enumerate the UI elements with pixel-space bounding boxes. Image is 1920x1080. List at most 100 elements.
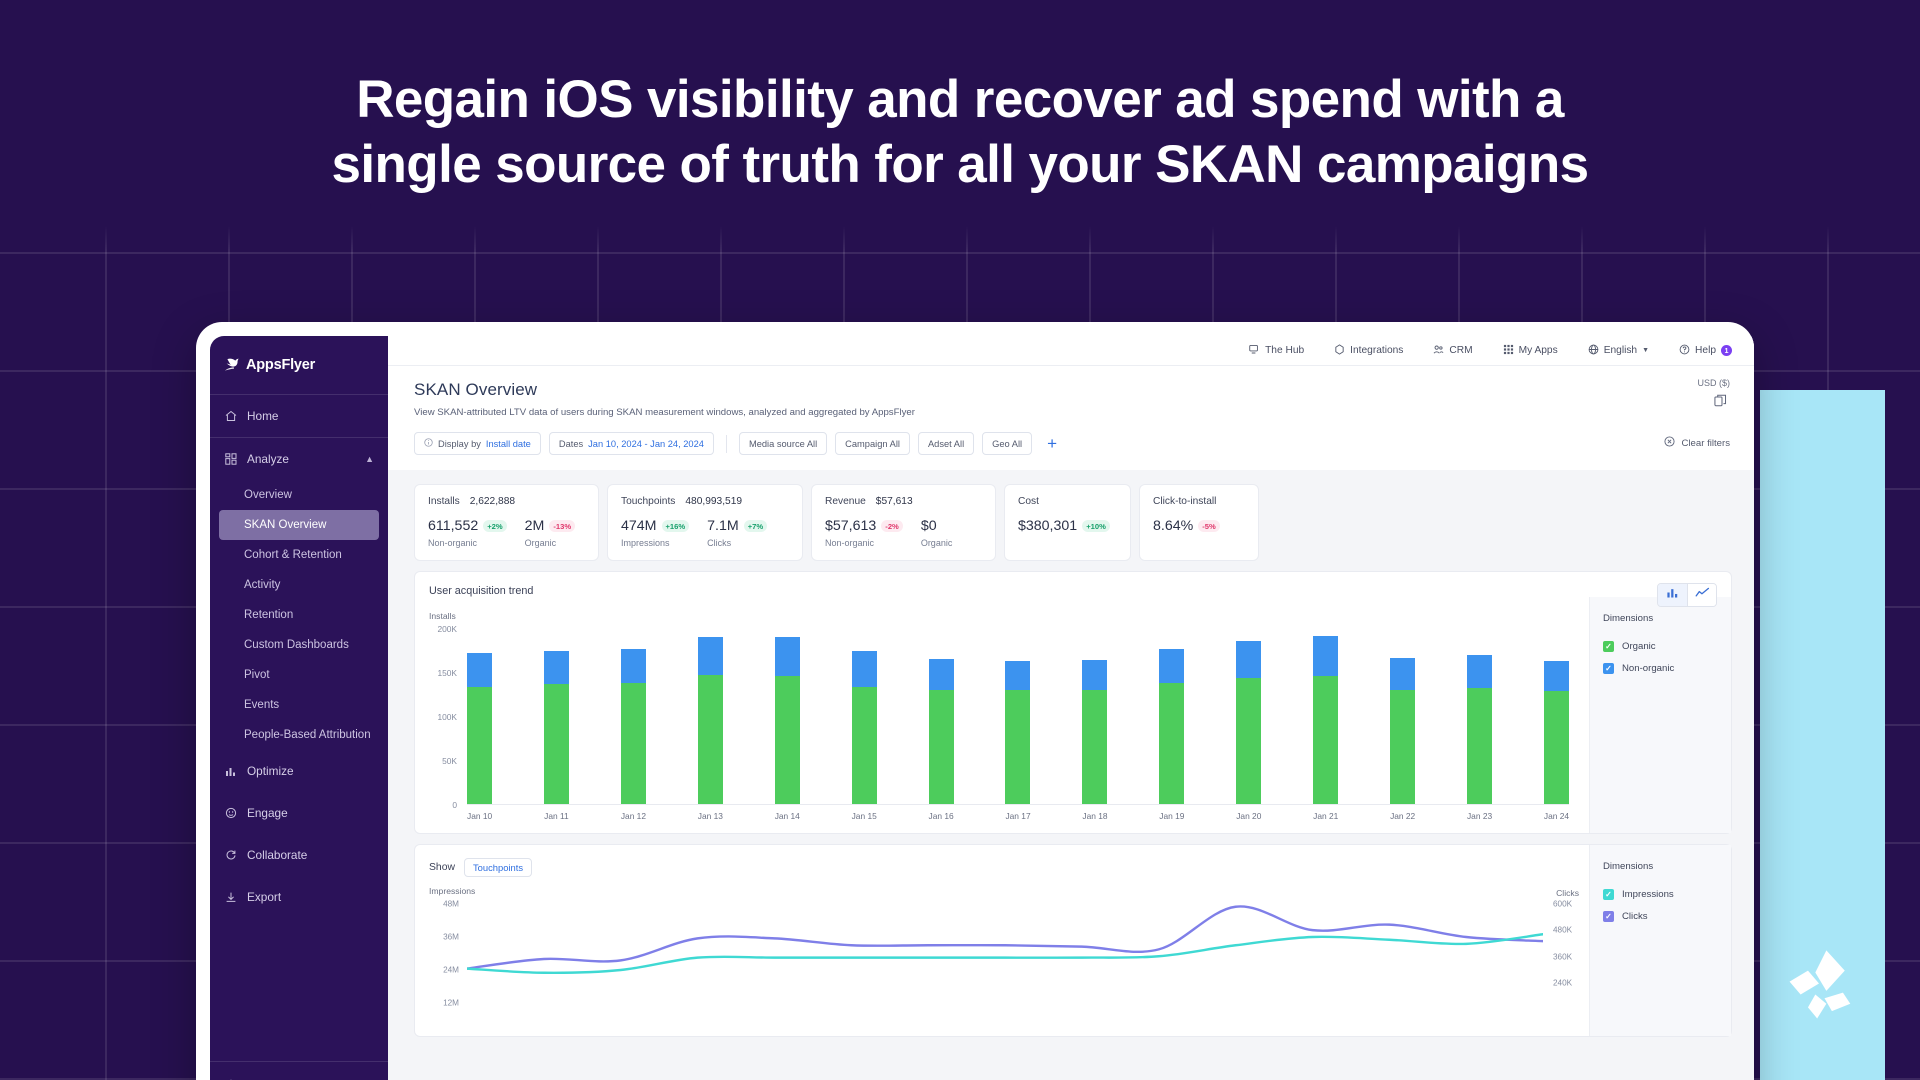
bar-column[interactable] [851,629,877,804]
sidebar: AppsFlyer Home Analyze ▲ Overview SKAN O… [210,336,388,1080]
sidebar-item-overview[interactable]: Overview [210,480,388,510]
campaign-filter[interactable]: Campaign All [835,432,910,455]
sidebar-item-analyze[interactable]: Analyze ▲ [210,438,388,480]
topnav-item-my-apps[interactable]: My Apps [1503,344,1558,358]
bar-column[interactable] [1236,629,1262,804]
y2-axis-title: Clicks [1556,888,1579,898]
topnav-item-the-hub[interactable]: The Hub [1249,344,1304,358]
bar-column[interactable] [1313,629,1339,804]
kpi-card-touchpoints[interactable]: Touchpoints 480,993,519 474M +16% Impress… [607,484,803,561]
dimension-impressions[interactable]: ✓ Impressions [1603,883,1731,905]
copy-icon[interactable] [1714,394,1727,412]
geo-filter[interactable]: Geo All [982,432,1033,455]
currency-label: USD ($) [1697,378,1730,388]
bar-column[interactable] [928,629,954,804]
kpi-card-revenue[interactable]: Revenue $57,613 $57,613 -2% Non-organic $… [811,484,996,561]
sidebar-item-people-based-attribution[interactable]: People-Based Attribution [210,720,388,750]
bar-segment-non-organic [467,652,492,687]
bar-segment-non-organic [1466,655,1492,688]
home-icon [224,410,237,423]
show-row: Show Touchpoints [415,845,1589,877]
bar-segment-organic [1466,687,1492,804]
dashboard-screenshot-frame: AppsFlyer Home Analyze ▲ Overview SKAN O… [196,322,1754,1080]
add-filter-button[interactable]: + [1040,435,1064,452]
adset-label: Adset All [927,438,965,449]
kpi-metric: 474M +16% Impressions [621,518,690,548]
sidebar-item-settings[interactable]: Settings [210,1062,388,1080]
filter-divider [725,434,727,453]
display-by-filter[interactable]: Display by Install date [414,432,541,455]
kpi-total: $57,613 [875,496,913,507]
checkbox-checked-icon[interactable]: ✓ [1603,640,1614,652]
sidebar-item-export[interactable]: Export [210,876,388,918]
x-axis-tick: Jan 22 [1390,811,1416,821]
topnav-item-language[interactable]: English ▼ [1588,344,1649,358]
bar-column[interactable] [1390,629,1416,804]
help-icon [1679,344,1690,358]
kpi-card-click-to-install[interactable]: Click-to-install 8.64% -5% [1139,484,1259,561]
y-axis-tick: 24M [443,965,459,975]
chevron-up-icon[interactable]: ▲ [365,454,374,464]
adset-filter[interactable]: Adset All [917,432,975,455]
bar-column[interactable] [620,629,646,804]
sidebar-item-label: Export [247,890,282,904]
sidebar-item-engage[interactable]: Engage [210,792,388,834]
bar-column[interactable] [1082,629,1108,804]
sidebar-item-label: Events [244,699,280,711]
show-touchpoints-chip[interactable]: Touchpoints [464,858,533,877]
sidebar-item-label: People-Based Attribution [244,729,371,741]
topnav-item-crm[interactable]: CRM [1433,344,1473,358]
sidebar-item-label: SKAN Overview [244,519,327,531]
sidebar-item-skan-overview[interactable]: SKAN Overview [219,510,379,540]
sidebar-item-optimize[interactable]: Optimize [210,750,388,792]
sidebar-item-retention[interactable]: Retention [210,600,388,630]
bar-chart-toggle[interactable] [1658,584,1687,606]
checkbox-checked-icon[interactable]: ✓ [1603,662,1614,674]
y2-axis-tick: 360K [1553,952,1573,962]
x-axis-tick: Jan 20 [1236,811,1262,821]
bar-column[interactable] [1466,629,1492,804]
app-window: AppsFlyer Home Analyze ▲ Overview SKAN O… [210,336,1754,1080]
sidebar-item-collaborate[interactable]: Collaborate [210,834,388,876]
touchpoints-card: Show Touchpoints Impressions Clicks 12M 2… [414,844,1732,1037]
bar-column[interactable] [774,629,800,804]
dates-filter[interactable]: Dates Jan 10, 2024 - Jan 24, 2024 [548,432,714,455]
bar-column[interactable] [697,629,723,804]
top-navigation-bar: The Hub Integrations CRM My Apps English… [388,336,1754,366]
sidebar-item-pivot[interactable]: Pivot [210,660,388,690]
kpi-metric-delta: +10% [1082,520,1110,532]
bar-segment-organic [1313,675,1339,804]
appsflyer-logo[interactable]: AppsFlyer [210,336,388,394]
dimension-non-organic[interactable]: ✓ Non-organic [1603,657,1731,679]
sidebar-item-label: Collaborate [247,848,308,862]
clear-filters-button[interactable]: Clear filters [1664,436,1730,450]
checkbox-checked-icon[interactable]: ✓ [1603,888,1614,900]
kpi-card-installs[interactable]: Installs 2,622,888 611,552 +2% Non-organi… [414,484,599,561]
topnav-item-help[interactable]: Help 1 [1679,344,1732,358]
bar-column[interactable] [1005,629,1031,804]
line-chart-toggle[interactable] [1687,584,1716,606]
sidebar-item-events[interactable]: Events [210,690,388,720]
chevron-down-icon[interactable]: ▼ [1642,347,1649,354]
dimension-clicks[interactable]: ✓ Clicks [1603,905,1731,927]
topnav-item-integrations[interactable]: Integrations [1334,343,1403,358]
kpi-metric-label: Impressions [621,538,670,548]
media-source-filter[interactable]: Media source All [738,432,828,455]
x-axis-tick: Jan 11 [544,811,569,821]
bar-column[interactable] [467,629,492,804]
kpi-metric-value: 7.1M [707,518,739,534]
sidebar-item-label: Home [247,409,279,423]
x-axis-labels: Jan 10 Jan 11 Jan 12 Jan 13 Jan 14 Jan 15 Jan … [467,811,1569,821]
bar-column[interactable] [543,629,569,804]
line-series [467,904,1543,1036]
sidebar-item-activity[interactable]: Activity [210,570,388,600]
bar-column[interactable] [1159,629,1185,804]
sidebar-item-custom-dashboards[interactable]: Custom Dashboards [210,630,388,660]
kpi-card-cost[interactable]: Cost $380,301 +10% [1004,484,1131,561]
sidebar-item-home[interactable]: Home [210,395,388,437]
sidebar-item-cohort-retention[interactable]: Cohort & Retention [210,540,388,570]
sidebar-item-label: Analyze [247,452,289,466]
bar-column[interactable] [1543,629,1569,804]
checkbox-checked-icon[interactable]: ✓ [1603,910,1614,922]
dimension-organic[interactable]: ✓ Organic [1603,635,1731,657]
